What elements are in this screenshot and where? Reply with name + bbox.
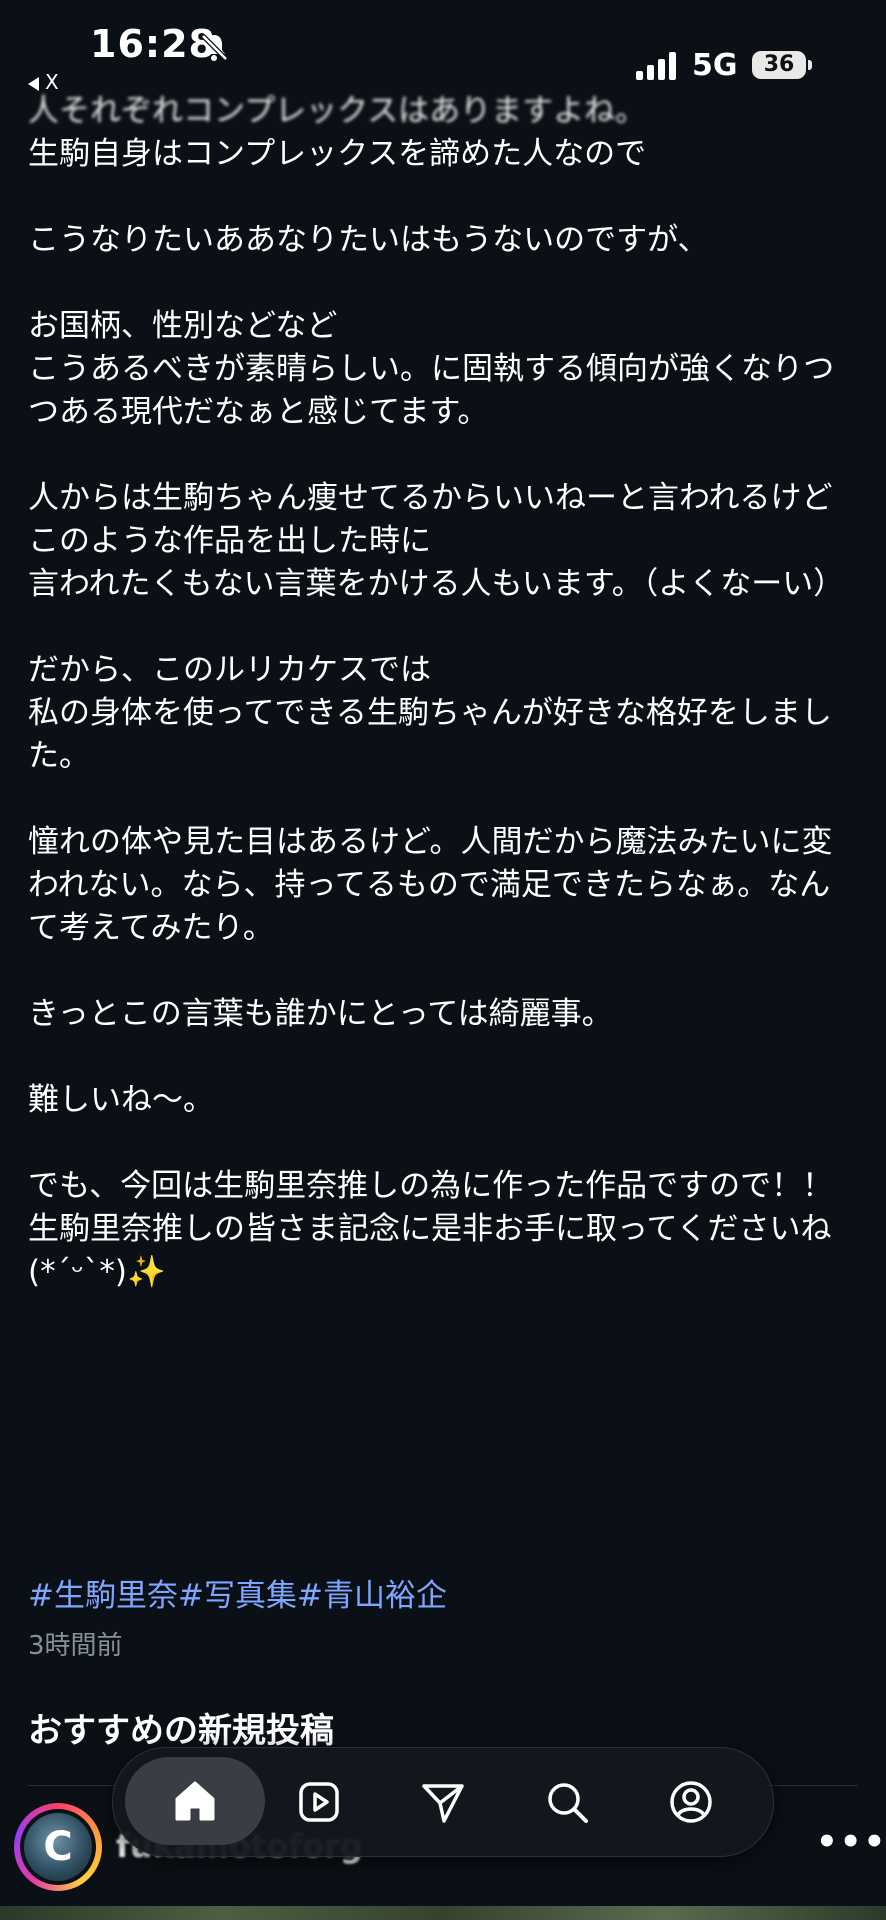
reels-icon bbox=[299, 1782, 339, 1822]
profile-icon bbox=[670, 1781, 712, 1823]
hashtag-link[interactable]: #青山裕企 bbox=[297, 1578, 447, 1614]
nav-search-button[interactable] bbox=[527, 1762, 607, 1842]
nav-messages-button[interactable] bbox=[403, 1762, 483, 1842]
network-type: 5G bbox=[692, 48, 738, 83]
hashtag-link[interactable]: #生駒里奈 bbox=[28, 1578, 178, 1614]
post-caption-body: 生駒自身はコンプレックスを諦めた人なので こうなりたいああなりたいはもうないので… bbox=[28, 136, 845, 1290]
back-arrow-icon bbox=[28, 76, 39, 91]
next-post-image[interactable] bbox=[0, 1906, 886, 1920]
post-caption-faded-line: 人それぞれコンプレックスはありますよね。 bbox=[28, 93, 647, 129]
recommended-section-title: おすすめの新規投稿 bbox=[28, 1711, 334, 1751]
battery-icon: 36 bbox=[752, 51, 806, 79]
home-icon bbox=[175, 1781, 215, 1821]
post-timestamp: 3時間前 bbox=[28, 1631, 123, 1661]
hashtag-link[interactable]: #写真集 bbox=[178, 1578, 297, 1614]
bell-muted-icon bbox=[200, 32, 228, 66]
nav-home-button[interactable] bbox=[125, 1757, 265, 1845]
signal-icon bbox=[636, 52, 680, 80]
hashtag-list: #生駒里奈#写真集#青山裕企 bbox=[28, 1570, 447, 1615]
bottom-navigation bbox=[112, 1747, 774, 1857]
battery-nub bbox=[808, 60, 812, 70]
post-caption: 人それぞれコンプレックスはありますよね。生駒自身はコンプレックスを諦めた人なので… bbox=[28, 90, 858, 1294]
avatar-border: C bbox=[20, 1809, 96, 1885]
avatar-image: C bbox=[24, 1813, 92, 1881]
status-bar: 16:28 X 5G 36 bbox=[0, 0, 886, 96]
avatar[interactable]: C bbox=[14, 1803, 102, 1891]
search-icon bbox=[548, 1783, 588, 1823]
nav-reels-button[interactable] bbox=[279, 1762, 359, 1842]
nav-profile-button[interactable] bbox=[651, 1762, 731, 1842]
more-options-icon[interactable]: ••• bbox=[816, 1822, 886, 1862]
send-icon bbox=[422, 1784, 464, 1823]
status-time: 16:28 bbox=[90, 22, 216, 66]
